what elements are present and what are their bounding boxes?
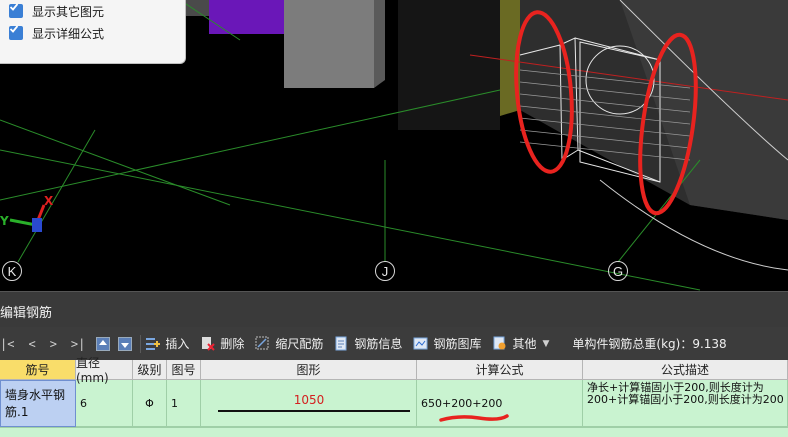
move-down-icon[interactable] [118, 336, 133, 351]
checkbox-checked-icon[interactable] [9, 3, 23, 18]
scale-rebar-button[interactable]: 缩尺配筋 [255, 335, 323, 352]
cell-shape-no[interactable]: 1 [167, 380, 201, 427]
edit-rebar-panel-header: 编辑钢筋 [0, 291, 788, 327]
other-dropdown[interactable]: 其他 ▼ [492, 335, 549, 352]
delete-label: 删除 [220, 337, 245, 351]
prev-record-button[interactable]: < [21, 337, 42, 351]
rebar-library-label: 钢筋图库 [433, 337, 482, 351]
col-header-description[interactable]: 公式描述 [583, 360, 788, 380]
rebar-info-button[interactable]: 钢筋信息 [334, 335, 402, 352]
rebar-info-label: 钢筋信息 [354, 337, 403, 351]
cell-formula[interactable]: 650+200+200 [417, 380, 583, 427]
cell-shape[interactable]: 1050 [201, 380, 417, 427]
first-record-button[interactable]: |< [0, 337, 21, 351]
cell-grade[interactable]: Φ [133, 380, 167, 427]
shape-length-label[interactable]: 1050 [201, 393, 417, 407]
toolbar-separator [140, 334, 142, 353]
col-header-shape[interactable]: 图形 [201, 360, 417, 380]
gear-icon [492, 336, 507, 351]
annotation-underline [439, 414, 509, 422]
document-icon [334, 336, 349, 351]
scale-rebar-icon [255, 336, 270, 351]
col-header-bar-no[interactable]: 筋号 [0, 360, 76, 380]
3d-viewport[interactable]: X Y K J G 显示其它图元 显示详细公式 [0, 0, 788, 291]
chevron-down-icon: ▼ [542, 338, 550, 349]
move-up-icon[interactable] [96, 336, 111, 351]
delete-icon [200, 336, 216, 351]
cell-bar-no[interactable]: 墙身水平钢筋.1 [0, 380, 76, 427]
panel-title: 编辑钢筋 [0, 306, 53, 321]
option-label: 显示详细公式 [32, 26, 105, 41]
shape-rebar-line [218, 410, 410, 412]
table-row-empty[interactable] [0, 427, 788, 437]
checkbox-checked-icon[interactable] [9, 25, 23, 40]
total-weight-readout: 单构件钢筋总重(kg)：9.138 [572, 337, 727, 351]
rebar-table: 筋号 直径(mm) 级别 图号 图形 计算公式 公式描述 墙身水平钢筋.1 6 … [0, 356, 788, 437]
axis-x-label: X [44, 194, 54, 208]
insert-label: 插入 [165, 337, 190, 351]
option-show-detailed-formula[interactable]: 显示详细公式 [9, 24, 104, 42]
axis-bubble-k: K [2, 261, 22, 281]
display-options-panel: 显示其它图元 显示详细公式 [0, 0, 186, 64]
cell-diameter[interactable]: 6 [76, 380, 133, 427]
formula-text: 650+200+200 [421, 396, 503, 410]
option-show-other-elements[interactable]: 显示其它图元 [9, 2, 104, 20]
insert-button[interactable]: 插入 [145, 335, 189, 352]
axis-bubble-g: G [608, 261, 628, 281]
col-header-shape-no[interactable]: 图号 [167, 360, 201, 380]
last-record-button[interactable]: >| [64, 337, 92, 351]
axis-y-label: Y [0, 214, 9, 228]
axis-bubble-j: J [375, 261, 395, 281]
insert-icon [145, 336, 161, 351]
next-record-button[interactable]: > [43, 337, 64, 351]
col-header-grade[interactable]: 级别 [133, 360, 167, 380]
col-header-formula[interactable]: 计算公式 [417, 360, 583, 380]
col-header-diameter[interactable]: 直径(mm) [76, 356, 133, 385]
cell-description[interactable]: 净长+计算锚固小于200,则长度计为200+计算锚固小于200,则长度计为200 [583, 380, 788, 427]
delete-button[interactable]: 删除 [200, 335, 244, 352]
library-icon [413, 336, 428, 351]
other-label: 其他 [512, 337, 537, 351]
rebar-library-button[interactable]: 钢筋图库 [413, 335, 481, 352]
option-label: 显示其它图元 [32, 4, 105, 19]
scale-rebar-label: 缩尺配筋 [275, 337, 324, 351]
